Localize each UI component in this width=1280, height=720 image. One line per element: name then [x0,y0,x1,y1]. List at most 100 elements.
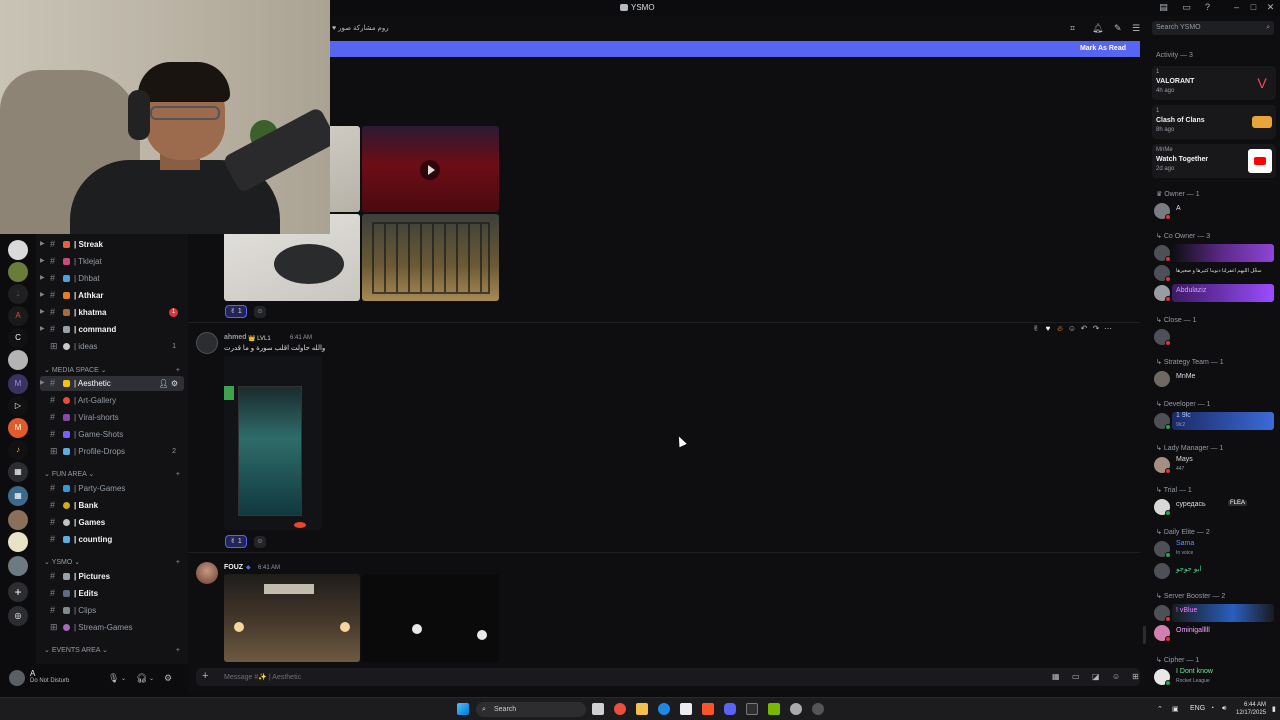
category-ysmo[interactable]: ⌄ YSMO ⌄ + [44,557,184,569]
member-item[interactable]: سجِّل الليهم اغفرلنا ذنوبنا كثيرها و صغي… [1154,264,1278,282]
channel-athkar[interactable]: ▶ # | Athkar [40,288,184,303]
avatar[interactable] [9,670,25,686]
threads-icon[interactable]: ⌗ [1070,23,1075,34]
channel-game-shots[interactable]: # | Game-Shots [40,427,184,442]
chat-scrollbar[interactable] [1143,626,1146,644]
channel-stream-games[interactable]: ⊞ | Stream-Games [40,620,184,635]
username[interactable]: ahmed [224,334,247,341]
gear-icon[interactable]: ⚙ [164,673,172,684]
store-icon[interactable] [680,703,692,715]
member-item[interactable]: Mays 447 [1154,456,1278,474]
member-list-icon[interactable]: ☰ [1132,23,1140,34]
chevron-up-icon[interactable]: ⌃ [1157,705,1163,713]
clock[interactable]: 6:44 AM 12/17/2025 [1236,701,1266,717]
reaction-pill[interactable]: ✌ 1 [225,535,247,548]
language-indicator[interactable]: ENG [1190,705,1205,712]
add-reaction-icon[interactable]: ☺ [254,306,266,318]
new-messages-banner[interactable]: Mark As Read [330,41,1140,57]
reply-icon[interactable]: ↶ [1078,324,1090,333]
add-server-icon[interactable]: + [8,582,28,602]
video-attachment[interactable] [362,126,499,212]
server-icon[interactable]: ▷ [8,396,28,416]
windows-start-icon[interactable] [457,703,469,715]
headphones-icon[interactable]: 🎧︎ [136,673,147,684]
image-attachment[interactable] [362,574,499,662]
image-attachment[interactable] [224,356,322,530]
volume-icon[interactable]: 🔊︎ [1222,705,1226,713]
channel-viral-shorts[interactable]: # | Viral-shorts [40,410,184,425]
member-item[interactable]: ابو جوجو [1154,562,1278,580]
fire-icon[interactable]: 🔥︎ [1054,324,1066,334]
apps-icon[interactable]: ⊞ [1132,672,1139,681]
add-channel-icon[interactable]: + [176,469,180,481]
gif-icon[interactable]: ▭ [1072,672,1080,681]
close-icon[interactable]: ✕ [1266,3,1275,12]
monitor-icon[interactable]: ▭ [1182,3,1191,12]
server-icon[interactable] [8,262,28,282]
server-icon[interactable]: 💧︎ [8,284,28,304]
channel-dhbat[interactable]: ▶ # | Dhbat [40,271,184,286]
channel-games[interactable]: # | Games [40,515,184,530]
notification-icon[interactable]: ▮ [1272,705,1276,713]
server-folder-icon[interactable]: ▦ [8,486,28,506]
member-item[interactable]: Sama In voice [1154,540,1278,558]
server-icon[interactable] [8,556,28,576]
channel-command[interactable]: ▶ # | command [40,322,184,337]
member-item[interactable] [1154,244,1278,262]
task-view-icon[interactable] [592,703,604,715]
category-events-area[interactable]: ⌄ EVENTS AREA ⌄ + [44,645,184,657]
brave-icon[interactable] [702,703,714,715]
channel-tklejat[interactable]: ▶ # | Tklejat [40,254,184,269]
emoji-icon[interactable]: ☺ [1112,672,1120,681]
member-item[interactable]: MnMe [1154,370,1278,388]
category-fun-area[interactable]: ⌄ FUN AREA ⌄ + [44,469,184,481]
server-icon[interactable]: A [8,306,28,326]
server-icon[interactable]: ♪ [8,440,28,460]
reaction-pill[interactable]: ✌ 1 [225,305,247,318]
channel-art-gallery[interactable]: # | Art-Gallery [40,393,184,408]
channel-settings-icon[interactable]: 👤︎ ⚙ [158,376,178,391]
member-item[interactable]: I Dont know Rocket League [1154,668,1278,686]
microphone-icon[interactable]: 🎙︎ [108,673,119,684]
channel-clips[interactable]: # | Clips [40,603,184,618]
heart-icon[interactable]: ♥ [1042,324,1054,333]
chrome-icon[interactable] [614,703,626,715]
server-icon[interactable]: M [8,418,28,438]
edge-icon[interactable] [658,703,670,715]
obs-icon[interactable] [790,703,802,715]
server-folder-icon[interactable]: ▦ [8,462,28,482]
nvidia-tray-icon[interactable]: ▣ [1172,705,1179,713]
channel-aesthetic[interactable]: ▶ # | Aesthetic 👤︎ ⚙ [40,376,184,391]
boost-icon[interactable]: ✌ [1030,324,1042,333]
channel-counting[interactable]: # | counting [40,532,184,547]
channel-bank[interactable]: # | Bank [40,498,184,513]
bell-icon[interactable]: 🔔︎ [1092,23,1103,34]
discord-icon[interactable] [724,703,736,715]
terminal-icon[interactable] [746,703,758,715]
member-item[interactable]: A [1154,202,1278,220]
nvidia-icon[interactable] [768,703,780,715]
member-item[interactable] [1154,328,1278,346]
wifi-icon[interactable]: ◔ [1210,705,1214,712]
member-item[interactable]: Ominigalllll [1154,624,1278,642]
add-reaction-icon[interactable]: ☺ [1066,324,1078,333]
inbox-icon[interactable]: ▤ [1159,3,1168,12]
activity-card[interactable]: 1 VALORANT 4h ago V [1152,66,1276,100]
channel-pictures[interactable]: # | Pictures [40,569,184,584]
member-item[interactable]: суредась FLEA [1154,498,1278,516]
file-explorer-icon[interactable] [636,703,648,715]
image-attachment[interactable] [224,574,360,662]
member-item[interactable]: 1 9lc 9lc2 [1154,412,1278,430]
attach-plus-icon[interactable]: + [202,670,208,682]
image-attachment[interactable] [362,214,499,301]
app-icon[interactable] [812,703,824,715]
avatar[interactable] [196,562,218,584]
play-icon[interactable] [420,160,440,180]
activity-card[interactable]: MnMe Watch Together 2d ago [1152,144,1276,178]
channel-streak[interactable]: ▶ # | Streak [40,237,184,252]
username[interactable]: FOUZ [224,564,243,571]
server-icon[interactable]: M [8,374,28,394]
channel-party-games[interactable]: # | Party-Games [40,481,184,496]
discover-icon[interactable]: ◎ [8,606,28,626]
add-channel-icon[interactable]: + [176,557,180,569]
